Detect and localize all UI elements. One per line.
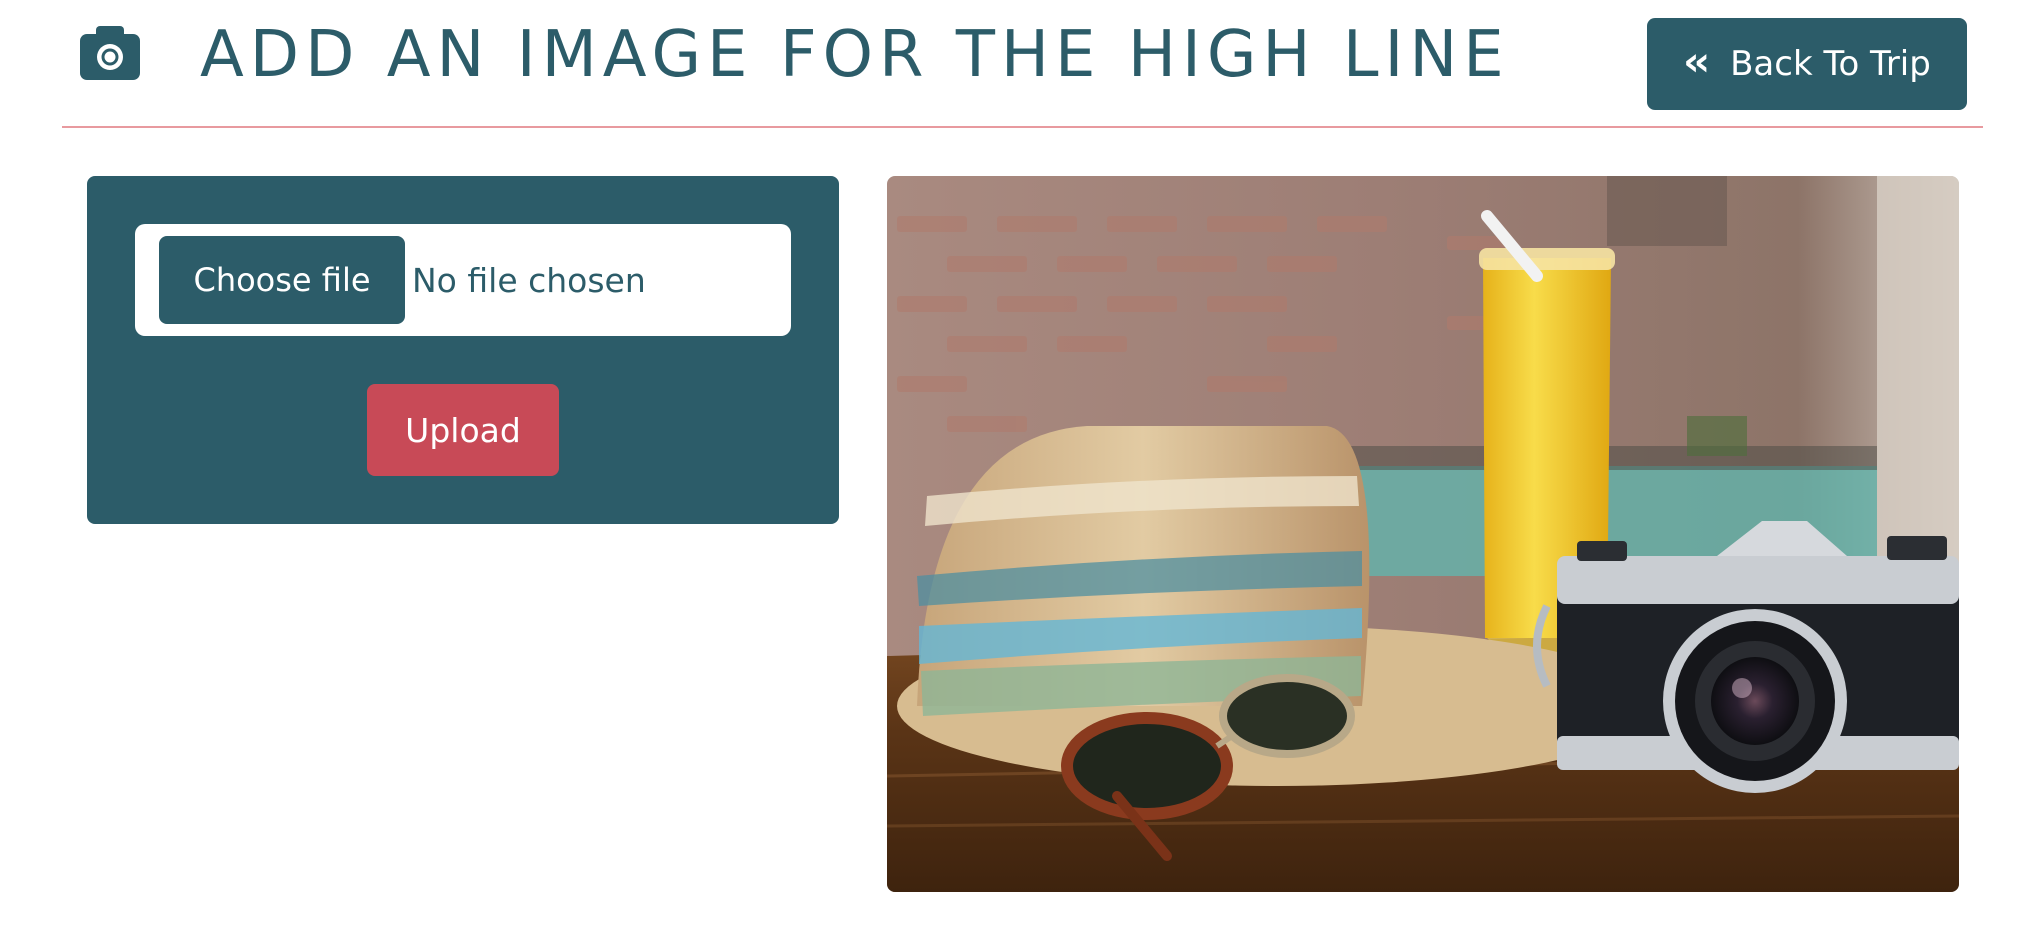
file-status-text: No file chosen	[412, 260, 646, 300]
double-chevron-left-icon: ‹‹	[1683, 39, 1710, 85]
page-title: ADD AN IMAGE FOR THE HIGH LINE	[200, 18, 1510, 92]
upload-button[interactable]: Upload	[367, 384, 559, 476]
page-header: ADD AN IMAGE FOR THE HIGH LINE ‹‹ Back T…	[0, 0, 2044, 128]
travel-still-life-image	[887, 176, 1959, 892]
header-divider	[62, 126, 1983, 128]
trip-photo	[887, 176, 1959, 892]
file-input[interactable]: Choose file No file chosen	[135, 224, 791, 336]
camera-icon	[80, 26, 140, 80]
choose-file-button[interactable]: Choose file	[159, 236, 405, 324]
back-to-trip-button[interactable]: ‹‹ Back To Trip	[1647, 18, 1967, 110]
back-to-trip-label: Back To Trip	[1730, 44, 1931, 84]
upload-panel: Choose file No file chosen Upload	[87, 176, 839, 524]
